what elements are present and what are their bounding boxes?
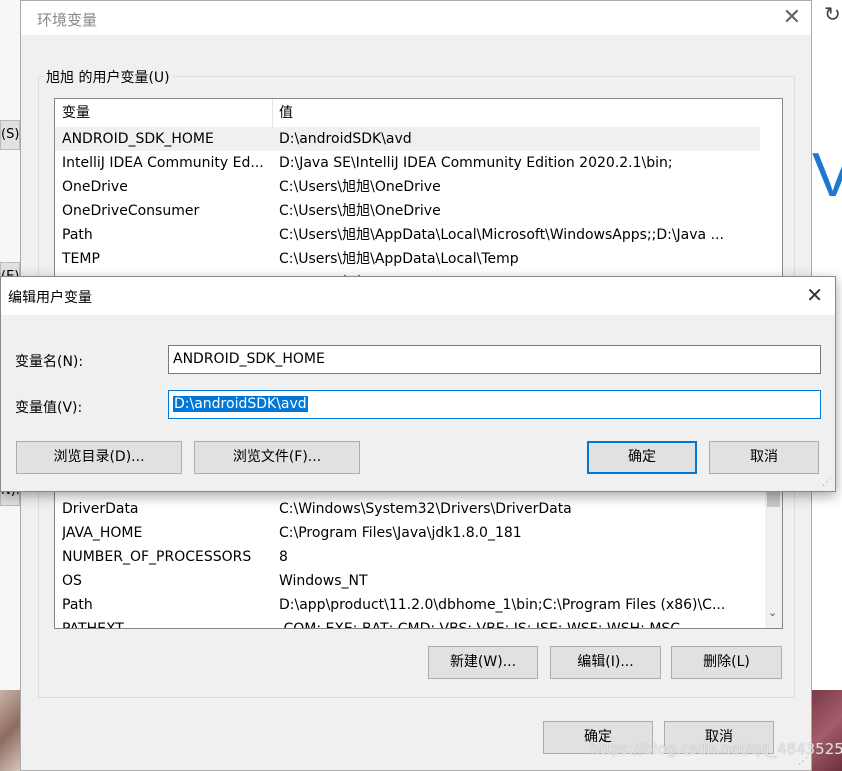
variable-name: Path bbox=[62, 597, 93, 613]
variable-name: IntelliJ IDEA Community Ed... bbox=[62, 155, 264, 171]
edit-user-variable-dialog: 编辑用户变量 ✕ 变量名(N): ANDROID_SDK_HOME 变量值(V)… bbox=[0, 276, 836, 492]
edit-button[interactable]: 编辑(I)... bbox=[550, 646, 661, 679]
dialog-title: 环境变量 bbox=[37, 11, 98, 29]
column-header-variable[interactable]: 变量 bbox=[62, 99, 272, 127]
variable-value: D:\app\product\11.2.0\dbhome_1\bin;C:\Pr… bbox=[279, 597, 726, 613]
background-button[interactable]: (S). bbox=[0, 120, 20, 150]
watermark: https://blog.csdn.net/qq_48435252 bbox=[590, 740, 842, 758]
resize-grip-icon[interactable]: ⋰ bbox=[822, 477, 832, 488]
variable-value: C:\Users\旭旭\AppData\Local\Microsoft\Wind… bbox=[279, 227, 724, 243]
variable-value: D:\Java SE\IntelliJ IDEA Community Editi… bbox=[279, 155, 673, 171]
table-row[interactable]: NUMBER_OF_PROCESSORS 8 bbox=[55, 545, 760, 569]
table-row[interactable]: IntelliJ IDEA Community Ed... D:\Java SE\… bbox=[55, 151, 760, 175]
variable-value: C:\Windows\System32\Drivers\DriverData bbox=[279, 501, 572, 517]
variable-value: .COM;.EXE;.BAT;.CMD;.VBS;.VBE;.JS;.JSE;.… bbox=[279, 621, 681, 629]
browse-file-button[interactable]: 浏览文件(F)... bbox=[194, 441, 360, 474]
user-variables-label: 旭旭 的用户变量(U) bbox=[43, 67, 173, 87]
table-row[interactable]: Path D:\app\product\11.2.0\dbhome_1\bin;C… bbox=[55, 593, 760, 617]
close-icon[interactable]: ✕ bbox=[783, 5, 801, 30]
variable-name: OneDriveConsumer bbox=[62, 203, 200, 219]
scrollbar-thumb[interactable] bbox=[767, 490, 780, 507]
variable-name: NUMBER_OF_PROCESSORS bbox=[62, 549, 252, 565]
close-icon[interactable]: ✕ bbox=[806, 283, 823, 307]
variable-value: C:\Program Files\Java\jdk1.8.0_181 bbox=[279, 525, 522, 541]
table-row[interactable]: OS Windows_NT bbox=[55, 569, 760, 593]
table-row[interactable]: OneDrive C:\Users\旭旭\OneDrive bbox=[55, 175, 760, 199]
variable-name: PATHEXT bbox=[62, 621, 124, 629]
selected-text: D:\androidSDK\avd bbox=[173, 396, 308, 412]
variable-name: ANDROID_SDK_HOME bbox=[62, 131, 214, 147]
variable-name: TEMP bbox=[62, 251, 100, 267]
table-row[interactable]: Path C:\Users\旭旭\AppData\Local\Microsoft\… bbox=[55, 223, 760, 247]
variable-value-input[interactable]: D:\androidSDK\avd bbox=[168, 390, 821, 419]
variable-value: D:\androidSDK\avd bbox=[279, 131, 412, 147]
variable-name: OS bbox=[62, 573, 82, 589]
variable-value: Windows_NT bbox=[279, 573, 368, 589]
dialog-title: 编辑用户变量 bbox=[8, 290, 92, 306]
refresh-icon[interactable]: ↻ bbox=[824, 2, 841, 26]
variable-name: JAVA_HOME bbox=[62, 525, 143, 541]
table-row[interactable]: JAVA_HOME C:\Program Files\Java\jdk1.8.0_… bbox=[55, 521, 760, 545]
system-variables-list[interactable]: DriverData C:\Windows\System32\Drivers\Dr… bbox=[54, 471, 783, 629]
variable-name: DriverData bbox=[62, 501, 139, 517]
table-row[interactable]: TEMP C:\Users\旭旭\AppData\Local\Temp bbox=[55, 247, 760, 271]
browse-directory-button[interactable]: 浏览目录(D)... bbox=[16, 441, 182, 474]
variable-name: Path bbox=[62, 227, 93, 243]
variable-value-label: 变量值(V): bbox=[15, 400, 83, 416]
variable-value: C:\Users\旭旭\AppData\Local\Temp bbox=[279, 251, 519, 267]
table-row[interactable]: DriverData C:\Windows\System32\Drivers\Dr… bbox=[55, 497, 760, 521]
variable-name-input[interactable]: ANDROID_SDK_HOME bbox=[168, 345, 821, 374]
delete-button[interactable]: 删除(L) bbox=[671, 646, 782, 679]
variable-name: OneDrive bbox=[62, 179, 128, 195]
background-brand-letter: V bbox=[812, 141, 842, 210]
user-variables-list[interactable]: 变量 值 ANDROID_SDK_HOME D:\androidSDK\avd In… bbox=[54, 98, 783, 298]
title-bar: 环境变量 ✕ bbox=[21, 1, 811, 35]
title-bar: 编辑用户变量 ✕ bbox=[1, 277, 835, 315]
background-photo bbox=[812, 690, 842, 771]
ok-button[interactable]: 确定 bbox=[587, 441, 697, 474]
cancel-button[interactable]: 取消 bbox=[709, 441, 819, 474]
chevron-down-icon[interactable]: ⌄ bbox=[768, 606, 777, 619]
list-header: 变量 值 bbox=[55, 99, 760, 127]
column-header-value[interactable]: 值 bbox=[279, 99, 759, 127]
variable-value: C:\Users\旭旭\OneDrive bbox=[279, 203, 441, 219]
variable-name-label: 变量名(N): bbox=[15, 354, 84, 370]
new-button[interactable]: 新建(W)... bbox=[428, 646, 538, 679]
table-row[interactable]: ANDROID_SDK_HOME D:\androidSDK\avd bbox=[55, 127, 760, 151]
scrollbar[interactable]: ⌄ bbox=[765, 472, 782, 628]
table-row[interactable]: PATHEXT .COM;.EXE;.BAT;.CMD;.VBS;.VBE;.JS… bbox=[55, 617, 760, 629]
variable-value: 8 bbox=[279, 549, 288, 565]
background-photo bbox=[0, 690, 22, 771]
table-row[interactable]: OneDriveConsumer C:\Users\旭旭\OneDrive bbox=[55, 199, 760, 223]
variable-value: C:\Users\旭旭\OneDrive bbox=[279, 179, 441, 195]
